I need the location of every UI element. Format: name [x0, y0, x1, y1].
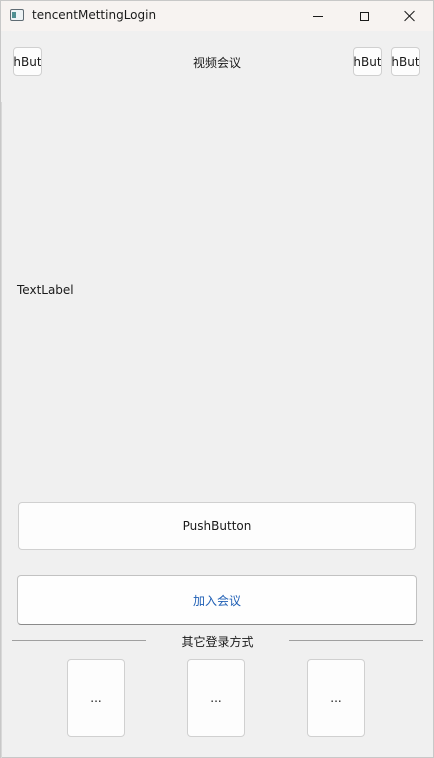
header-right-button-2[interactable]: hBut — [391, 47, 420, 76]
header-right-button-1[interactable]: hBut — [353, 47, 382, 76]
title-bar[interactable]: tencentMettingLogin — [1, 1, 433, 31]
login-option-1-button[interactable]: ... — [67, 659, 125, 737]
window-title: tencentMettingLogin — [32, 8, 157, 22]
join-meeting-button[interactable]: 加入会议 — [17, 575, 417, 625]
divider-left — [12, 640, 146, 641]
maximize-icon — [359, 11, 369, 21]
login-option-2-button[interactable]: ... — [187, 659, 245, 737]
login-option-3-button[interactable]: ... — [307, 659, 365, 737]
minimize-button[interactable] — [295, 1, 341, 31]
push-button[interactable]: PushButton — [18, 502, 416, 550]
other-login-label: 其它登录方式 — [181, 635, 254, 649]
divider-right — [289, 640, 423, 641]
left-edge-line — [1, 102, 2, 758]
minimize-icon — [313, 15, 323, 17]
app-window-icon — [10, 9, 24, 21]
close-button[interactable] — [387, 1, 433, 31]
close-icon — [404, 10, 416, 22]
maximize-button[interactable] — [341, 1, 387, 31]
login-window: tencentMettingLogin hBut 视频会议 hBut hBut … — [0, 0, 434, 758]
text-label: TextLabel — [17, 283, 74, 297]
